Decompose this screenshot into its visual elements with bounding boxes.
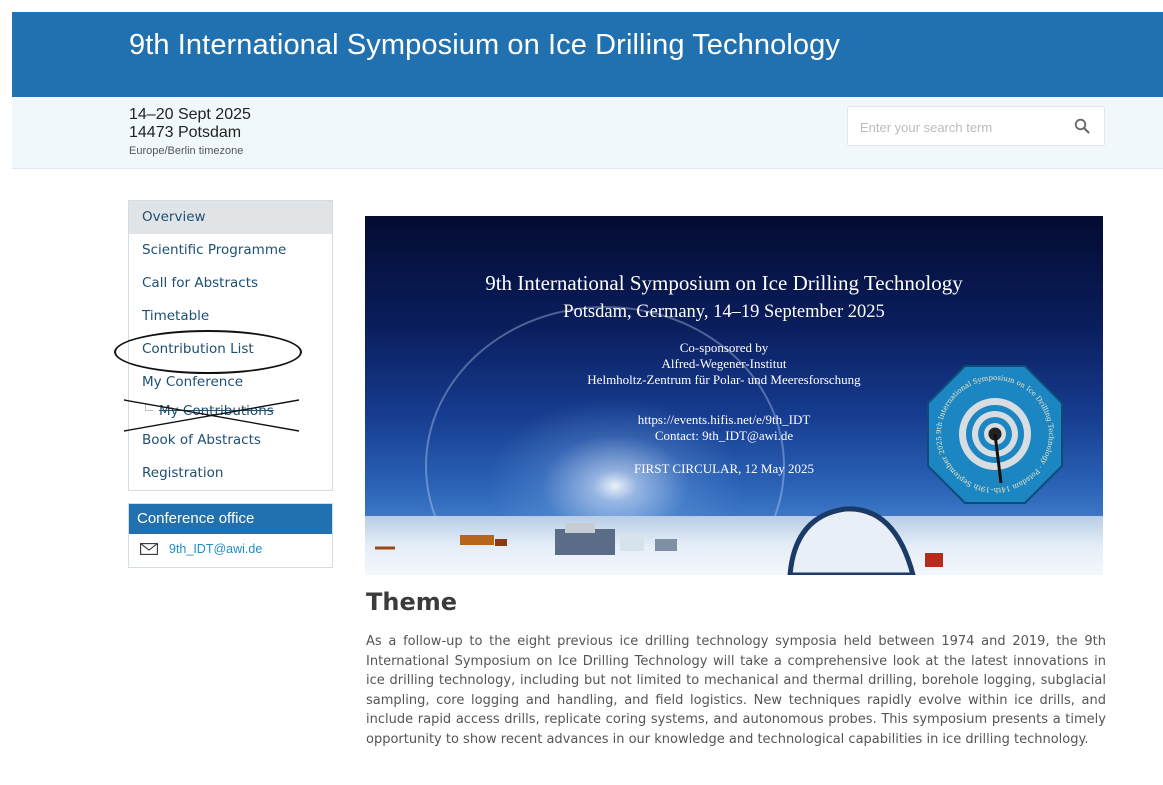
banner-cosponsor-line-1: Co-sponsored by bbox=[679, 340, 769, 355]
menu-item-registration[interactable]: Registration bbox=[129, 457, 332, 490]
conference-office-box: Conference office 9th_IDT@awi.de bbox=[128, 503, 333, 568]
hand-drawn-cross-annotation bbox=[124, 399, 299, 432]
theme-heading: Theme bbox=[366, 588, 458, 616]
menu-item-overview[interactable]: Overview bbox=[129, 201, 332, 234]
conference-location: 14473 Potsdam bbox=[129, 124, 242, 141]
menu-item-timetable[interactable]: Timetable bbox=[129, 300, 332, 333]
symposium-logo-icon: 9th International Symposium on Ice Drill… bbox=[927, 365, 1063, 504]
search-icon[interactable] bbox=[1074, 118, 1090, 134]
conference-office-email[interactable]: 9th_IDT@awi.de bbox=[140, 541, 262, 557]
search-input[interactable] bbox=[860, 116, 1060, 138]
banner-title: 9th International Symposium on Ice Drill… bbox=[485, 271, 963, 295]
email-link[interactable]: 9th_IDT@awi.de bbox=[169, 542, 262, 556]
theme-paragraph: As a follow-up to the eight previous ice… bbox=[366, 634, 1106, 747]
menu-item-scientific-programme[interactable]: Scientific Programme bbox=[129, 234, 332, 267]
search-box bbox=[847, 106, 1105, 146]
conference-office-title: Conference office bbox=[129, 504, 332, 534]
conference-dates: 14–20 Sept 2025 bbox=[129, 106, 251, 123]
conference-timezone: Europe/Berlin timezone bbox=[129, 145, 244, 157]
drill-camp-scene bbox=[375, 506, 943, 575]
conference-banner-image: 9th International Symposium on Ice Drill… bbox=[365, 216, 1103, 575]
conference-header: 9th International Symposium on Ice Drill… bbox=[12, 12, 1163, 97]
hand-drawn-circle-annotation bbox=[114, 330, 302, 374]
conference-title[interactable]: 9th International Symposium on Ice Drill… bbox=[129, 29, 840, 62]
mail-icon bbox=[140, 543, 158, 555]
banner-subtitle: Potsdam, Germany, 14–19 September 2025 bbox=[563, 302, 885, 322]
menu-item-call-for-abstracts[interactable]: Call for Abstracts bbox=[129, 267, 332, 300]
